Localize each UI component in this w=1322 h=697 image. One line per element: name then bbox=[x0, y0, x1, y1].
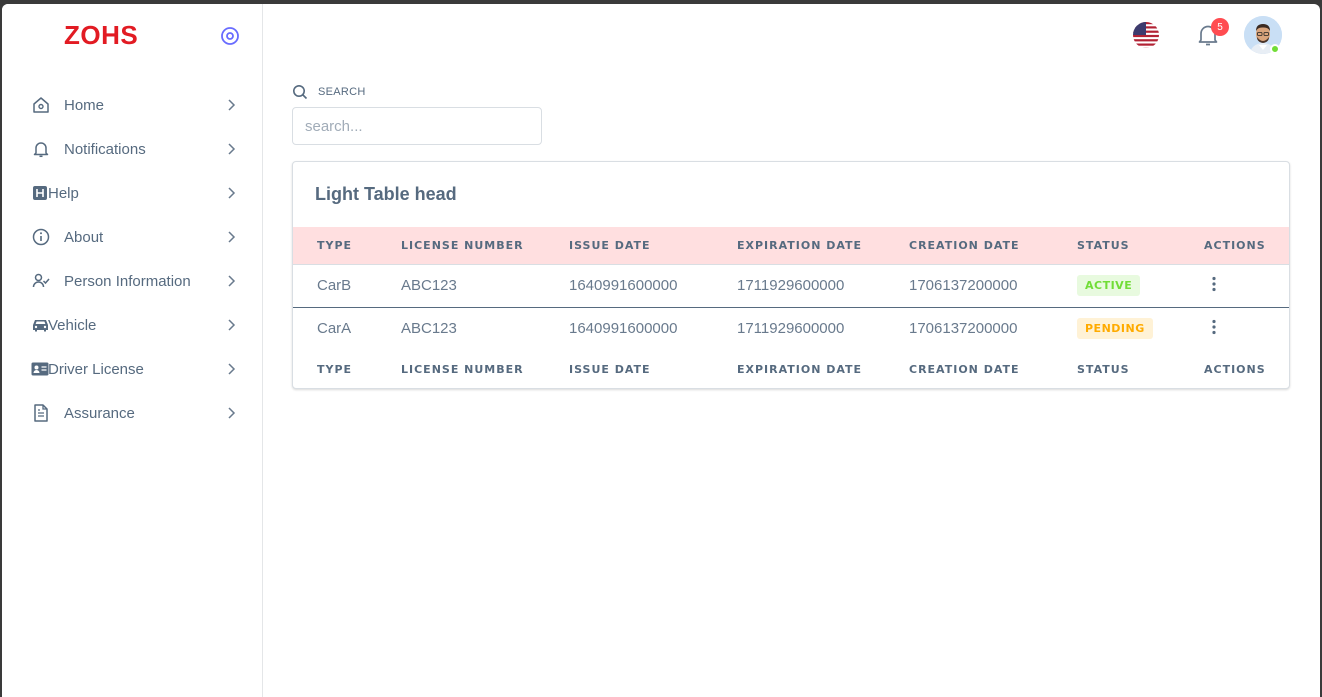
column-header-actions: ACTIONS bbox=[1204, 238, 1266, 252]
chevron-right-icon bbox=[228, 187, 236, 199]
cell-expiration-date: 1711929600000 bbox=[737, 277, 845, 294]
sidebar-item-label: Driver License bbox=[48, 361, 144, 378]
license-table: TYPE LICENSE NUMBER ISSUE DATE EXPIRATIO… bbox=[293, 227, 1289, 388]
chevron-right-icon bbox=[228, 275, 236, 287]
sidebar-menu: Home Notifications Help About Person Inf… bbox=[2, 83, 263, 435]
car-icon bbox=[31, 316, 49, 334]
cell-expiration-date: 1711929600000 bbox=[737, 320, 845, 338]
cell-status: PENDING bbox=[1077, 307, 1204, 350]
table-footer-row: TYPE LICENSE NUMBER ISSUE DATE EXPIRATIO… bbox=[293, 350, 1289, 388]
cell-type: CarB bbox=[317, 277, 352, 294]
cell-type: CarA bbox=[317, 320, 352, 338]
footer-header-type: TYPE bbox=[317, 362, 353, 376]
brand-logo[interactable]: ZOHS bbox=[64, 20, 138, 51]
column-header-issue-date[interactable]: ISSUE DATE bbox=[569, 227, 737, 264]
sidebar-item-person-information[interactable]: Person Information bbox=[2, 259, 263, 303]
card-title: Light Table head bbox=[315, 184, 457, 204]
app-window: ZOHS Home Notifications Help About Perso… bbox=[2, 4, 1320, 697]
column-header-type[interactable]: TYPE bbox=[293, 227, 401, 264]
sidebar-item-home[interactable]: Home bbox=[2, 83, 263, 127]
cell-issue-date: 1640991600000 bbox=[569, 277, 678, 294]
table-card: Light Table head TYPE LICENSE NUMBER ISS… bbox=[292, 161, 1290, 389]
sidebar-item-about[interactable]: About bbox=[2, 215, 263, 259]
sidebar-item-help[interactable]: Help bbox=[2, 171, 263, 215]
sidebar-item-notifications[interactable]: Notifications bbox=[2, 127, 263, 171]
us-flag-icon[interactable] bbox=[1132, 21, 1160, 49]
document-icon bbox=[32, 404, 50, 422]
footer-header-expiration-date: EXPIRATION DATE bbox=[737, 362, 863, 376]
sidebar-item-label: Assurance bbox=[64, 405, 135, 422]
bell-icon bbox=[32, 140, 50, 158]
online-status-dot bbox=[1270, 44, 1280, 54]
more-vertical-icon[interactable] bbox=[1204, 274, 1224, 294]
chevron-right-icon bbox=[228, 407, 236, 419]
column-header-creation-date[interactable]: CREATION DATE bbox=[909, 227, 1077, 264]
column-header-expiration-date[interactable]: EXPIRATION DATE bbox=[737, 227, 909, 264]
table-header-row: TYPE LICENSE NUMBER ISSUE DATE EXPIRATIO… bbox=[293, 227, 1289, 264]
footer-header-issue-date: ISSUE DATE bbox=[569, 362, 651, 376]
cell-creation-date: 1706137200000 bbox=[909, 277, 1018, 294]
help-box-icon bbox=[31, 184, 49, 202]
sidebar-item-driver-license[interactable]: Driver License bbox=[2, 347, 263, 391]
search-label: SEARCH bbox=[318, 86, 366, 98]
home-icon bbox=[32, 96, 50, 114]
table-row[interactable]: CarB ABC123 1640991600000 1711929600000 … bbox=[293, 264, 1289, 307]
sidebar-item-label: Vehicle bbox=[48, 317, 97, 334]
cell-license-number: ABC123 bbox=[401, 277, 457, 294]
cell-creation-date: 1706137200000 bbox=[909, 320, 1018, 338]
sidebar-item-label: Home bbox=[64, 97, 105, 114]
chevron-right-icon bbox=[228, 363, 236, 375]
sidebar-item-label: Help bbox=[48, 185, 79, 202]
cell-status: ACTIVE bbox=[1077, 264, 1204, 307]
id-card-icon bbox=[31, 360, 49, 378]
chevron-right-icon bbox=[228, 319, 236, 331]
sidebar-item-label: Person Information bbox=[64, 273, 191, 290]
table-row[interactable]: CarA ABC123 1640991600000 1711929600000 … bbox=[293, 307, 1289, 350]
more-vertical-icon[interactable] bbox=[1204, 317, 1224, 337]
footer-header-actions: ACTIONS bbox=[1204, 362, 1266, 376]
target-circle-icon[interactable] bbox=[220, 26, 240, 46]
sidebar-item-assurance[interactable]: Assurance bbox=[2, 391, 263, 435]
sidebar-item-label: About bbox=[64, 229, 104, 246]
user-check-icon bbox=[32, 272, 50, 290]
cell-issue-date: 1640991600000 bbox=[569, 320, 678, 338]
sidebar-item-vehicle[interactable]: Vehicle bbox=[2, 303, 263, 347]
footer-header-creation-date: CREATION DATE bbox=[909, 362, 1020, 376]
column-header-status[interactable]: STATUS bbox=[1077, 227, 1204, 264]
notification-count-badge: 5 bbox=[1211, 18, 1229, 36]
sidebar-item-label: Notifications bbox=[64, 141, 146, 158]
info-circle-icon bbox=[32, 228, 50, 246]
chevron-right-icon bbox=[228, 99, 236, 111]
cell-license-number: ABC123 bbox=[401, 320, 457, 338]
chevron-right-icon bbox=[228, 231, 236, 243]
footer-header-status: STATUS bbox=[1077, 362, 1130, 376]
sidebar: ZOHS Home Notifications Help About Perso… bbox=[2, 4, 263, 697]
column-header-license-number[interactable]: LICENSE NUMBER bbox=[401, 227, 569, 264]
status-badge: ACTIVE bbox=[1077, 275, 1141, 296]
search-input[interactable] bbox=[292, 107, 542, 145]
search-icon bbox=[293, 85, 308, 100]
cell-actions bbox=[1204, 264, 1289, 307]
cell-actions bbox=[1204, 307, 1289, 350]
status-badge: PENDING bbox=[1077, 318, 1153, 340]
search-label-row: SEARCH bbox=[292, 84, 366, 100]
footer-header-license-number: LICENSE NUMBER bbox=[401, 362, 524, 376]
chevron-right-icon bbox=[228, 143, 236, 155]
